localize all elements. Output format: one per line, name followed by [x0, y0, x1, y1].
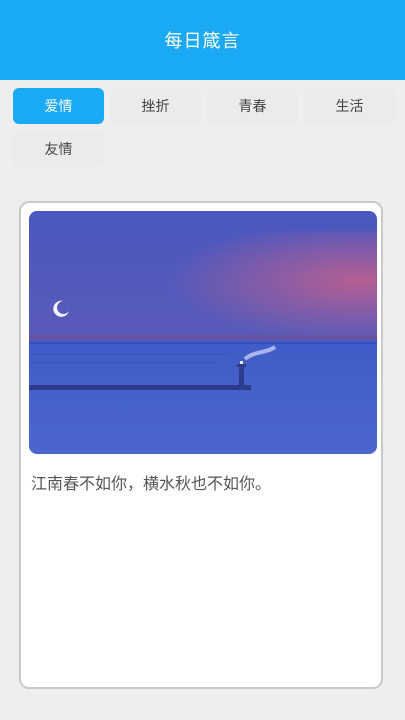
tab-youth[interactable]: 青春	[207, 88, 298, 124]
quote-card[interactable]: 江南春不如你，横水秋也不如你。	[19, 201, 383, 689]
tab-love[interactable]: 爱情	[13, 88, 104, 124]
tab-life[interactable]: 生活	[304, 88, 395, 124]
category-tabs: 爱情 挫折 青春 生活 友情	[0, 80, 405, 176]
tab-setback[interactable]: 挫折	[110, 88, 201, 124]
app-header: 每日箴言	[0, 0, 405, 80]
page-title: 每日箴言	[164, 31, 241, 52]
quote-image	[29, 211, 377, 454]
tab-friendship[interactable]: 友情	[13, 131, 104, 167]
quote-text: 江南春不如你，横水秋也不如你。	[31, 474, 272, 493]
